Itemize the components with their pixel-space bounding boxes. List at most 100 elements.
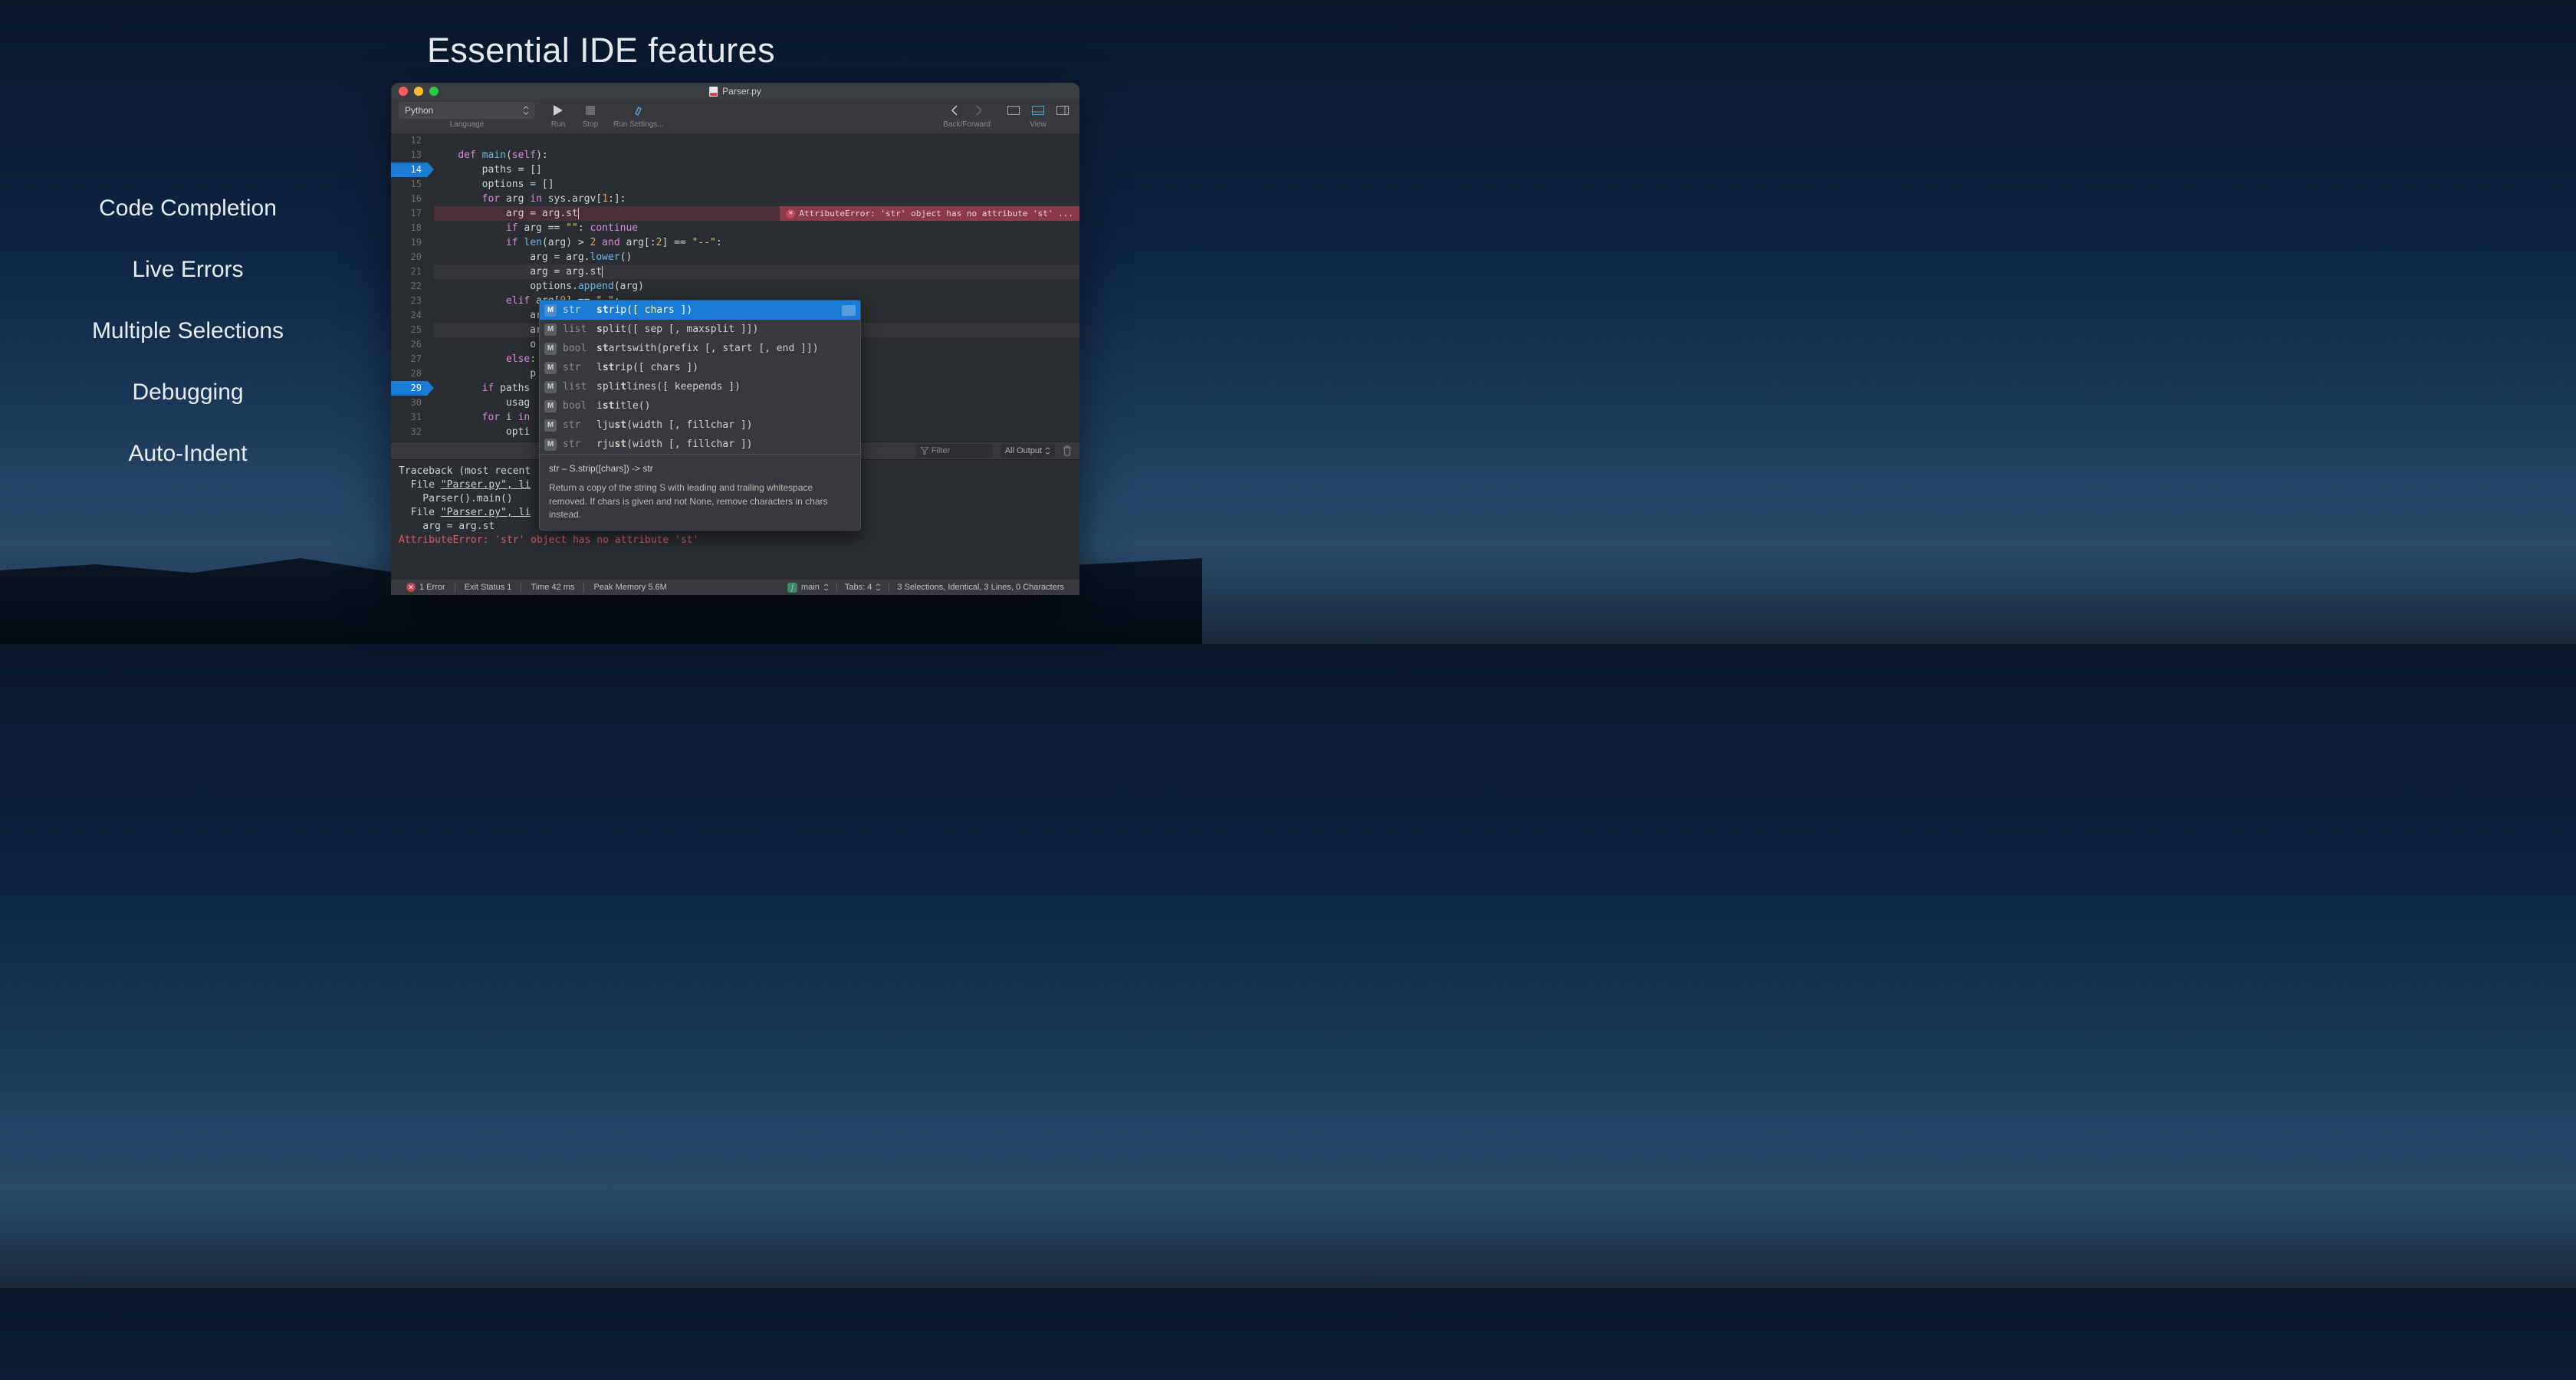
method-badge-icon: M xyxy=(544,400,557,412)
completion-item[interactable]: Mlistsplitlines([ keepends ]) xyxy=(540,377,860,396)
forward-button[interactable] xyxy=(970,102,988,119)
filter-input[interactable]: Filter xyxy=(916,444,993,458)
doc-signature: str – S.strip([chars]) -> str xyxy=(549,462,851,475)
console-error-line: AttributeError: 'str' object has no attr… xyxy=(399,534,1072,547)
method-badge-icon: M xyxy=(544,419,557,432)
status-selections: 3 Selections, Identical, 3 Lines, 0 Char… xyxy=(889,583,1072,592)
run-group: Run xyxy=(549,102,567,129)
method-badge-icon: M xyxy=(544,304,557,317)
feature-item: Live Errors xyxy=(0,257,376,283)
doc-body: Return a copy of the string S with leadi… xyxy=(549,481,851,521)
titlebar[interactable]: Parser.py xyxy=(391,83,1079,100)
completion-item[interactable]: Mstrlstrip([ chars ]) xyxy=(540,358,860,377)
chevron-updown-icon xyxy=(876,583,881,591)
language-group: Python Language xyxy=(399,102,535,129)
toolbar-right: Back/Forward View xyxy=(943,102,1072,129)
chevron-updown-icon xyxy=(523,106,529,115)
completion-signature: istitle() xyxy=(596,400,650,412)
feature-item: Multiple Selections xyxy=(0,318,376,344)
stop-button[interactable] xyxy=(581,102,600,119)
filter-placeholder: Filter xyxy=(932,446,950,455)
completion-signature: split([ sep [, maxsplit ]]) xyxy=(596,324,758,335)
filename: Parser.py xyxy=(722,86,761,97)
completion-item[interactable]: Mstr strip([ chars ]) xyxy=(540,301,860,320)
file-icon xyxy=(709,87,718,97)
statusbar: ✕ 1 Error Exit Status 1 Time 42 ms Peak … xyxy=(391,580,1079,595)
error-icon: ✕ xyxy=(786,209,795,219)
completion-item[interactable]: Mlist split([ sep [, maxsplit ]]) xyxy=(540,320,860,339)
status-memory: Peak Memory 5.6M xyxy=(586,583,674,592)
chevron-updown-icon xyxy=(1045,447,1050,455)
nav-group: Back/Forward xyxy=(943,102,991,129)
inline-error-badge[interactable]: ✕ AttributeError: 'str' object has no at… xyxy=(780,206,1079,221)
tabs-value: Tabs: 4 xyxy=(845,583,872,592)
stop-label: Stop xyxy=(583,120,599,129)
feature-item: Debugging xyxy=(0,380,376,406)
method-badge-icon: M xyxy=(544,362,557,374)
view-label: View xyxy=(1030,120,1046,129)
view-panel-button[interactable] xyxy=(1053,102,1072,119)
toolbar: Python Language Run Stop Run Settings... xyxy=(391,100,1079,133)
features-list: Code Completion Live Errors Multiple Sel… xyxy=(0,196,376,502)
completion-item[interactable]: Mbool istitle() xyxy=(540,396,860,416)
completion-type: str xyxy=(563,419,590,431)
view-split-button[interactable] xyxy=(1029,102,1047,119)
language-value: Python xyxy=(405,105,433,116)
run-label: Run xyxy=(551,120,565,129)
slide-title: Essential IDE features xyxy=(0,31,1202,71)
error-count: 1 Error xyxy=(419,583,445,592)
maximize-button[interactable] xyxy=(429,87,439,96)
close-button[interactable] xyxy=(399,87,408,96)
trash-icon xyxy=(1063,445,1072,456)
completion-item[interactable]: Mbool startswith(prefix [, start [, end ]… xyxy=(540,339,860,358)
error-icon: ✕ xyxy=(406,583,416,592)
completion-popup[interactable]: Mstr strip([ chars ]) Mlist split([ sep [, … xyxy=(539,300,861,531)
completion-signature: startswith(prefix [, start [, end ]]) xyxy=(596,343,819,354)
completion-signature: strip([ chars ]) xyxy=(596,304,692,316)
function-icon: f xyxy=(787,583,797,593)
run-settings-label: Run Settings... xyxy=(613,120,664,129)
completion-type: bool xyxy=(563,343,590,354)
status-tabs[interactable]: Tabs: 4 xyxy=(837,583,889,592)
status-function[interactable]: f main xyxy=(780,583,836,593)
ide-window: Parser.py Python Language Run Stop xyxy=(391,83,1079,595)
view-group: View xyxy=(1004,102,1072,129)
status-time: Time 42 ms xyxy=(523,583,582,592)
language-select[interactable]: Python xyxy=(399,102,535,119)
method-badge-icon: M xyxy=(544,439,557,451)
completion-signature: splitlines([ keepends ]) xyxy=(596,381,741,393)
completion-signature: rjust(width [, fillchar ]) xyxy=(596,439,753,450)
view-single-button[interactable] xyxy=(1004,102,1023,119)
run-button[interactable] xyxy=(549,102,567,119)
method-badge-icon: M xyxy=(544,343,557,355)
method-badge-icon: M xyxy=(544,381,557,393)
method-badge-icon: M xyxy=(544,324,557,336)
chevron-updown-icon xyxy=(823,583,829,591)
function-name: main xyxy=(801,583,820,592)
back-forward-label: Back/Forward xyxy=(943,120,991,129)
run-settings-group: Run Settings... xyxy=(613,102,664,129)
line-gutter[interactable]: 12131415 16171819 20212223 24252627 2829… xyxy=(391,133,428,445)
completion-type: str xyxy=(563,362,590,373)
status-errors[interactable]: ✕ 1 Error xyxy=(399,583,453,592)
output-select-value: All Output xyxy=(1005,446,1042,455)
back-button[interactable] xyxy=(945,102,964,119)
completion-type: list xyxy=(563,324,590,335)
completion-type: str xyxy=(563,439,590,450)
language-label: Language xyxy=(450,120,485,129)
feature-item: Auto-Indent xyxy=(0,441,376,467)
clear-output-button[interactable] xyxy=(1063,445,1072,456)
doc-icon xyxy=(842,305,856,316)
stop-group: Stop xyxy=(581,102,600,129)
run-settings-button[interactable] xyxy=(629,102,648,119)
minimize-button[interactable] xyxy=(414,87,423,96)
traffic-lights xyxy=(399,87,439,96)
completion-doc: str – S.strip([chars]) -> str Return a c… xyxy=(540,454,860,530)
completion-type: bool xyxy=(563,400,590,412)
output-select[interactable]: All Output xyxy=(1001,444,1055,458)
completion-type: str xyxy=(563,304,590,316)
feature-item: Code Completion xyxy=(0,196,376,222)
completion-item[interactable]: Mstr ljust(width [, fillchar ]) xyxy=(540,416,860,435)
completion-signature: ljust(width [, fillchar ]) xyxy=(596,419,753,431)
completion-item[interactable]: Mstr rjust(width [, fillchar ]) xyxy=(540,435,860,454)
